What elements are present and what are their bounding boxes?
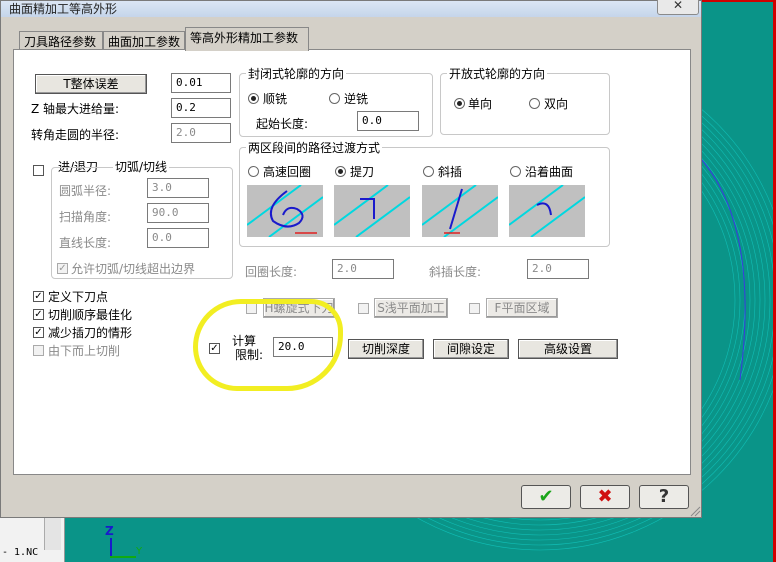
- climb-radio[interactable]: [248, 93, 259, 104]
- entry-exit-group-title: 切弧/切线: [113, 158, 170, 175]
- tab-toolpath-params[interactable]: 刀具路径参数: [19, 31, 103, 51]
- shallow-area-button[interactable]: S浅平面加工: [374, 298, 448, 318]
- open-contour-group: [440, 73, 610, 135]
- z-axis-label: Z: [105, 524, 114, 538]
- gap-settings-button[interactable]: 间隙设定: [433, 339, 509, 359]
- conventional-radio[interactable]: [329, 93, 340, 104]
- high-speed-loop-radio[interactable]: [248, 166, 259, 177]
- flat-area-checkbox[interactable]: [469, 303, 480, 314]
- y-axis-line: [110, 556, 136, 558]
- ok-button[interactable]: ✔: [521, 485, 571, 509]
- sweep-angle-input[interactable]: 90.0: [147, 203, 209, 223]
- z-step-input[interactable]: 0.2: [171, 98, 231, 118]
- viewport-status-text: - 1.NC: [2, 547, 39, 558]
- corner-radius-input[interactable]: 2.0: [171, 123, 231, 143]
- climb-label: 顺铣: [263, 92, 288, 106]
- line-length-label: 直线长度:: [59, 236, 112, 250]
- allow-overrun-label: 允许切弧/切线超出边界: [71, 262, 196, 276]
- z-axis-line: [110, 538, 112, 558]
- loop-length-input[interactable]: 2.0: [332, 259, 394, 279]
- conventional-label: 逆铣: [344, 92, 369, 106]
- arc-radius-label: 圆弧半径:: [59, 184, 112, 198]
- closed-contour-title: 封闭式轮廓的方向: [246, 65, 347, 82]
- retract-label: 提刀: [350, 165, 375, 179]
- one-way-radio[interactable]: [454, 98, 465, 109]
- tab-surface-params[interactable]: 曲面加工参数: [103, 31, 185, 51]
- ramp-radio[interactable]: [423, 166, 434, 177]
- sweep-angle-label: 扫描角度:: [59, 210, 112, 224]
- retract-picture: [334, 185, 410, 237]
- corner-radius-label: 转角走圆的半径:: [31, 128, 120, 142]
- bottom-up-label: 由下而上切削: [48, 344, 121, 358]
- high-speed-loop-picture: [247, 185, 323, 237]
- follow-surface-radio[interactable]: [510, 166, 521, 177]
- ramp-length-label: 斜插长度:: [429, 265, 482, 279]
- transition-title: 两区段间的路径过渡方式: [246, 139, 383, 156]
- retract-radio[interactable]: [335, 166, 346, 177]
- two-way-radio[interactable]: [529, 98, 540, 109]
- resize-grip-icon[interactable]: [689, 505, 701, 517]
- two-way-label: 双向: [544, 97, 569, 111]
- high-speed-loop-label: 高速回圈: [263, 165, 312, 179]
- allow-overrun-checkbox[interactable]: ✓: [57, 263, 68, 274]
- help-button[interactable]: ?: [639, 485, 689, 509]
- optimize-order-label: 切削顺序最佳化: [48, 308, 133, 322]
- define-entry-point-checkbox[interactable]: ✓: [33, 291, 44, 302]
- arc-radius-input[interactable]: 3.0: [147, 178, 209, 198]
- cut-depth-button[interactable]: 切削深度: [348, 339, 424, 359]
- one-way-label: 单向: [468, 97, 493, 111]
- follow-surface-label: 沿着曲面: [525, 165, 574, 179]
- start-length-label: 起始长度:: [256, 117, 309, 131]
- flat-area-button[interactable]: F平面区域: [486, 298, 558, 318]
- ramp-label: 斜插: [438, 165, 463, 179]
- tab-contour-finish-params[interactable]: 等高外形精加工参数: [185, 27, 309, 51]
- optimize-order-checkbox[interactable]: ✓: [33, 309, 44, 320]
- shallow-checkbox[interactable]: [358, 303, 369, 314]
- reduce-plunge-label: 减少插刀的情形: [48, 326, 133, 340]
- total-tolerance-button[interactable]: T整体误差: [35, 74, 147, 94]
- define-entry-point-label: 定义下刀点: [48, 290, 109, 304]
- total-tolerance-input[interactable]: 0.01: [171, 73, 231, 93]
- start-length-input[interactable]: 0.0: [357, 111, 419, 131]
- loop-length-label: 回圈长度:: [245, 265, 298, 279]
- ramp-length-input[interactable]: 2.0: [527, 259, 589, 279]
- advanced-settings-button[interactable]: 高级设置: [518, 339, 618, 359]
- close-button[interactable]: ✕: [657, 0, 699, 15]
- dialog-titlebar[interactable]: 曲面精加工等高外形 ✕: [1, 0, 701, 17]
- z-step-label: Z 轴最大进给量:: [31, 102, 120, 116]
- ramp-picture: [422, 185, 498, 237]
- entry-exit-checkbox[interactable]: [33, 165, 44, 176]
- y-axis-label: Y: [136, 546, 143, 557]
- bottom-up-checkbox[interactable]: [33, 345, 44, 356]
- surface-finish-contour-dialog: 曲面精加工等高外形 ✕ 刀具路径参数 曲面加工参数 等高外形精加工参数 T整体误…: [0, 0, 702, 518]
- dialog-title: 曲面精加工等高外形: [9, 2, 118, 16]
- yellow-highlight-annotation: [193, 299, 343, 391]
- open-contour-title: 开放式轮廓的方向: [447, 65, 548, 82]
- line-length-input[interactable]: 0.0: [147, 228, 209, 248]
- cancel-button[interactable]: ✖: [580, 485, 630, 509]
- reduce-plunge-checkbox[interactable]: ✓: [33, 327, 44, 338]
- follow-surface-picture: [509, 185, 585, 237]
